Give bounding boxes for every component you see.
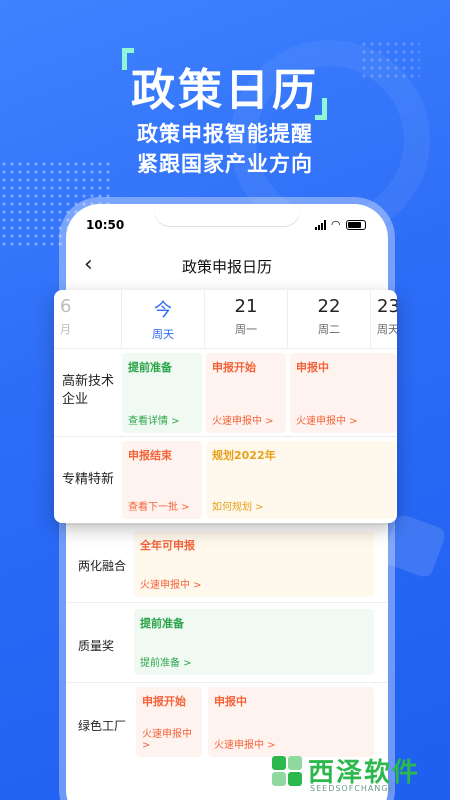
watermark: 西泽软件 SEEDSOFCHANGE [270,752,440,798]
date-weekday: 周天 [152,328,174,341]
status-time: 10:50 [86,218,125,232]
date-number: 23 [377,296,397,317]
action-link[interactable]: 提前准备 > [140,654,192,669]
status-text: 申报中 [214,695,247,708]
status-text: 规划2022年 [212,449,276,462]
status-icons: ◠ [314,218,366,231]
date-weekday: 周天 [377,323,397,336]
list-item: 质量奖 提前准备 提前准备 > [66,602,388,682]
bracket-decoration [315,98,327,120]
status-cell[interactable]: 申报开始 火速申报中 > [206,353,286,433]
status-cell[interactable]: 申报开始 火速申报中 > [136,687,202,757]
status-text: 申报开始 [142,695,186,708]
date-weekday: 月 [60,323,71,336]
date-number: 6 [60,296,72,317]
calendar-card: 6 月 今 周天 21 周一 22 周二 23 周天 高新技术企业 提前准备 查… [54,290,397,523]
date-number: 今 [154,300,172,321]
date-weekday: 周二 [318,323,340,336]
calendar-row: 专精特新 申报结束 查看下一批 > 规划2022年 如何规划 > [54,436,397,523]
nav-bar: ‹ 政策申报日历 [66,246,388,286]
status-text: 申报开始 [212,361,256,374]
hero-subtitle-line1: 政策申报智能提醒 [137,122,313,146]
date-weekday: 周一 [235,323,257,336]
date-column: 6 月 [54,290,122,348]
status-text: 提前准备 [128,361,172,374]
action-link[interactable]: 火速申报中 > [140,576,202,591]
status-cell[interactable]: 规划2022年 如何规划 > [206,441,397,519]
action-link[interactable]: 如何规划 > [212,498,264,513]
status-text: 申报中 [296,361,329,374]
row-label: 质量奖 [78,639,115,653]
status-text: 全年可申报 [140,539,195,552]
status-cell[interactable]: 申报结束 查看下一批 > [122,441,202,519]
phone-notch [154,204,300,226]
row-label: 专精特新 [62,472,115,487]
date-column[interactable]: 22 周二 [288,290,371,348]
hero-title-block: 政策日历 [0,38,450,120]
row-label: 两化融合 [78,559,127,573]
status-bar: 10:50 ◠ [66,204,388,244]
status-cell[interactable]: 全年可申报 火速申报中 > [134,531,374,597]
action-link[interactable]: 火速申报中 > [212,412,274,427]
page-title: 政策申报日历 [181,258,272,276]
status-cell[interactable]: 申报中 火速申报中 > [290,353,397,433]
list-item: 两化融合 全年可申报 火速申报中 > [66,524,388,602]
hero-subtitle-line2: 紧跟国家产业方向 [137,152,313,176]
action-link[interactable]: 火速申报中 > [214,736,276,751]
row-label: 绿色工厂 [78,719,127,733]
action-link[interactable]: 查看下一批 > [128,498,190,513]
wifi-icon: ◠ [331,218,340,231]
status-cell[interactable]: 提前准备 查看详情 > [122,353,202,433]
action-link[interactable]: 火速申报中 > [142,725,202,751]
action-link[interactable]: 火速申报中 > [296,412,358,427]
status-text: 提前准备 [140,617,184,630]
date-column[interactable]: 23 周天 [371,290,397,348]
date-column-today[interactable]: 今 周天 [122,290,205,348]
status-cell[interactable]: 提前准备 提前准备 > [134,609,374,675]
date-number: 22 [317,296,341,317]
date-column[interactable]: 21 周一 [205,290,288,348]
status-text: 申报结束 [128,449,172,462]
signal-icon [314,219,326,230]
hero-title: 政策日历 [131,65,319,116]
watermark-sub: SEEDSOFCHANGE [310,784,395,793]
action-link[interactable]: 查看详情 > [128,412,180,427]
row-label: 高新技术企业 [62,374,115,407]
battery-icon [346,219,366,230]
date-number: 21 [234,296,258,317]
logo-icon [272,756,302,786]
status-cell[interactable]: 申报中 火速申报中 > [208,687,374,757]
calendar-row: 高新技术企业 提前准备 查看详情 > 申报开始 火速申报中 > 申报中 火速申报… [54,348,397,436]
